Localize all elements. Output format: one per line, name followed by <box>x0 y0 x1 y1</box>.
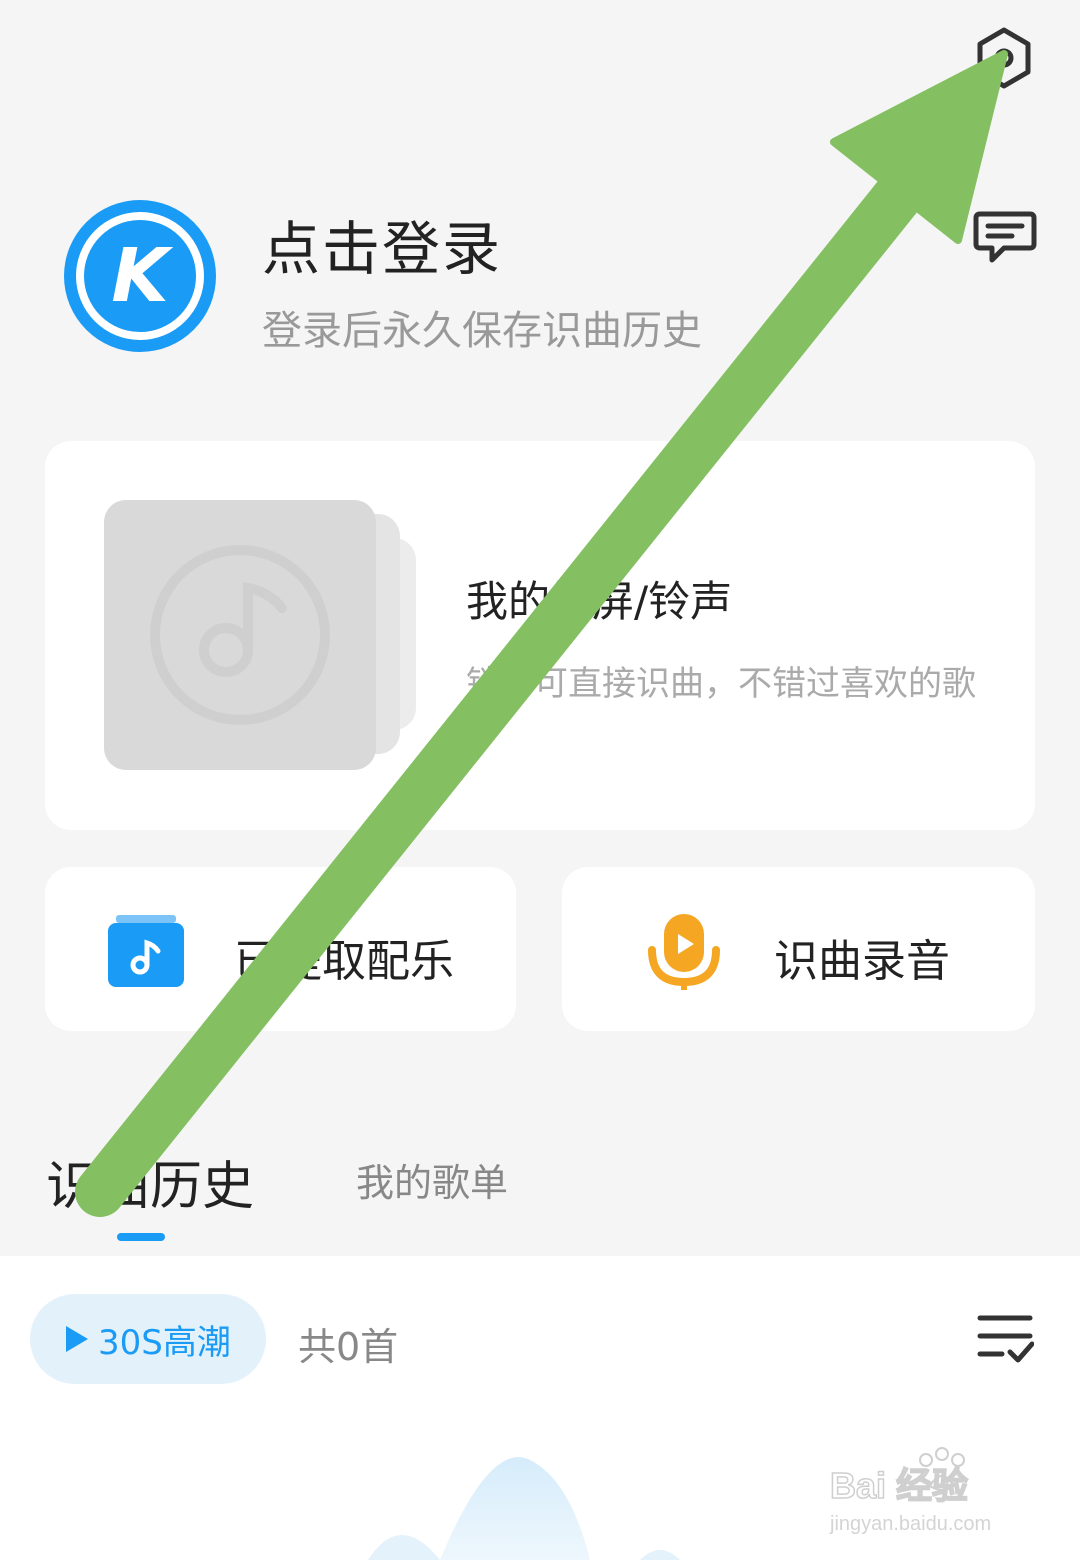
ringtone-description: 锁屏可直接识曲，不错过喜欢的歌 <box>466 664 976 704</box>
sort-check-icon[interactable] <box>976 1310 1034 1368</box>
play-icon <box>66 1326 88 1352</box>
avatar[interactable]: K <box>64 200 216 352</box>
climax-label: 30S高潮 <box>98 1322 231 1363</box>
settings-hexagon-icon[interactable] <box>972 26 1036 90</box>
watermark-brand: Bai 经验 <box>830 1465 968 1506</box>
login-title[interactable]: 点击登录 <box>262 202 502 286</box>
ringtone-title: 我的锁屏/铃声 <box>466 577 733 626</box>
song-count: 共0首 <box>298 1325 399 1369</box>
album-cover <box>104 500 376 770</box>
baidu-jingyan-watermark-icon: Bai 经验 jingyan.baidu.com <box>829 1447 991 1535</box>
extracted-music-label: 已提取配乐 <box>234 936 454 987</box>
tab-recognition-history[interactable]: 识曲历史 <box>46 1144 254 1219</box>
kugou-logo-icon: K <box>76 212 204 340</box>
microphone-icon <box>648 914 720 990</box>
tab-active-indicator <box>117 1233 165 1241</box>
watermark-url: jingyan.baidu.com <box>829 1513 991 1535</box>
login-subtitle: 登录后永久保存识曲历史 <box>262 308 702 354</box>
tab-my-playlist[interactable]: 我的歌单 <box>356 1152 508 1207</box>
music-note-icon <box>150 545 330 725</box>
climax-30s-button[interactable]: 30S高潮 <box>30 1294 266 1384</box>
empty-state-illustration <box>368 1457 680 1560</box>
recognition-recording-label: 识曲录音 <box>774 936 950 987</box>
feedback-chat-icon[interactable] <box>972 204 1038 270</box>
music-folder-icon <box>108 915 184 987</box>
